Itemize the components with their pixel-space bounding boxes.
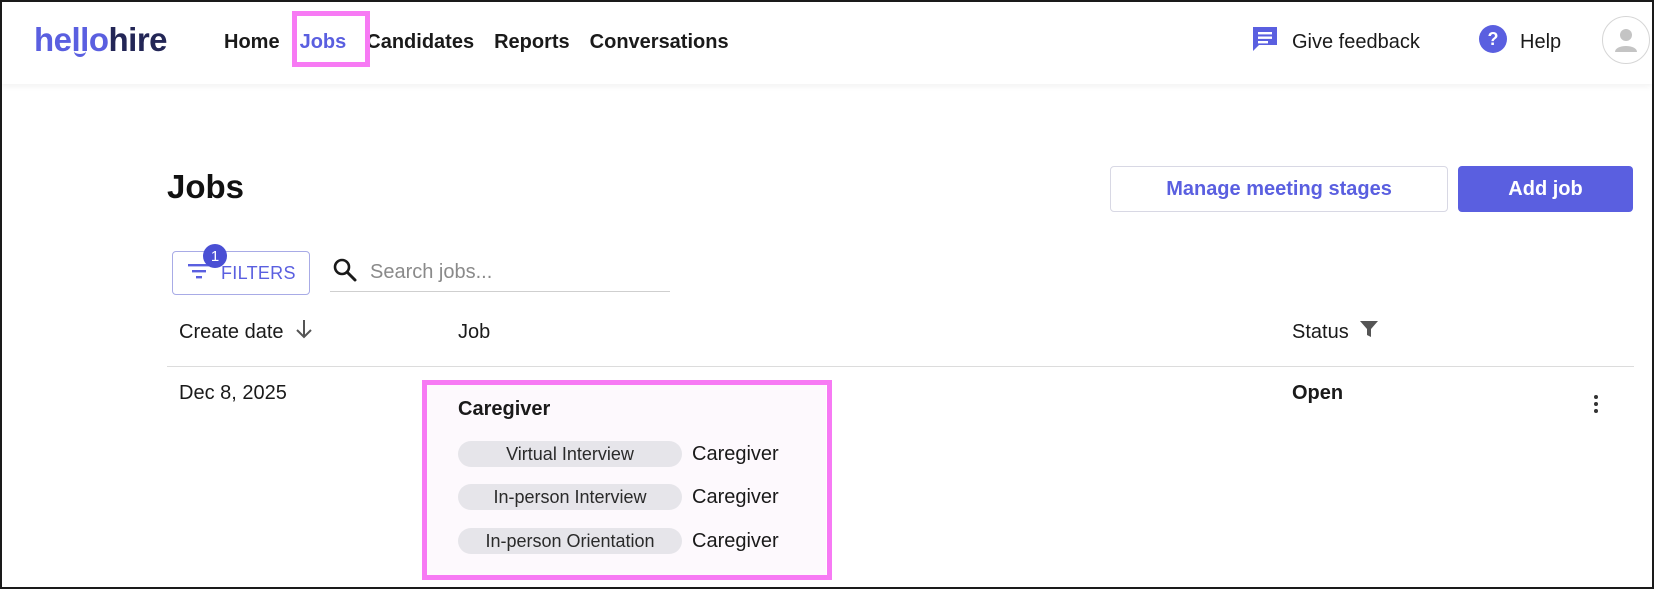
logo-hello-text: hello (34, 21, 109, 58)
help-label: Help (1520, 30, 1562, 53)
add-job-button[interactable]: Add job (1458, 166, 1633, 212)
svg-text:?: ? (1488, 29, 1499, 49)
nav-jobs[interactable]: Jobs (290, 31, 357, 54)
give-feedback-button[interactable]: Give feedback (1250, 24, 1420, 60)
stage-pill: In-person Orientation (458, 528, 682, 554)
nav-home[interactable]: Home (214, 31, 290, 54)
column-header-job: Job (458, 318, 490, 346)
row-status: Open (1292, 382, 1344, 404)
arrow-down-icon (294, 318, 314, 346)
create-date-header-label: Create date (179, 320, 284, 343)
column-header-create-date[interactable]: Create date (179, 318, 314, 346)
help-circle-icon: ? (1478, 24, 1508, 60)
user-avatar[interactable] (1602, 16, 1650, 64)
nav-reports[interactable]: Reports (484, 31, 580, 54)
job-header-label: Job (458, 320, 491, 343)
stage-pill: Virtual Interview (458, 441, 682, 467)
manage-meeting-stages-button[interactable]: Manage meeting stages (1110, 166, 1448, 212)
filters-count-badge: 1 (203, 244, 227, 268)
stage-row: In-person Interview Caregiver (458, 484, 779, 510)
row-more-options-icon[interactable] (1584, 392, 1608, 416)
top-navigation: hello hire Home Jobs Candidates Reports C… (2, 2, 1652, 84)
nav-conversations[interactable]: Conversations (580, 31, 739, 54)
status-header-label: Status (1292, 320, 1349, 343)
stage-role: Caregiver (692, 529, 779, 552)
row-create-date: Dec 8, 2025 (179, 382, 287, 404)
user-silhouette-icon (1615, 29, 1637, 52)
page-title: Jobs (167, 168, 245, 205)
search-jobs (330, 254, 670, 292)
help-button[interactable]: ? Help (1478, 24, 1561, 60)
search-jobs-input[interactable] (370, 261, 650, 284)
main-nav: Home Jobs Candidates Reports Conversatio… (214, 24, 739, 60)
stage-role: Caregiver (692, 485, 779, 508)
filters-label: FILTERS (221, 262, 296, 283)
logo-hire-text: hire (108, 21, 168, 58)
stage-row: In-person Orientation Caregiver (458, 528, 779, 554)
job-title-link[interactable]: Caregiver (458, 398, 550, 421)
table-header-divider (167, 366, 1634, 367)
column-header-status[interactable]: Status (1292, 318, 1379, 346)
give-feedback-label: Give feedback (1292, 30, 1420, 53)
chat-bubble-icon (1250, 24, 1280, 60)
stage-pill: In-person Interview (458, 484, 682, 510)
stage-role: Caregiver (692, 442, 779, 465)
hellohire-logo[interactable]: hello hire (34, 18, 168, 62)
funnel-filter-icon (1359, 319, 1379, 345)
stage-row: Virtual Interview Caregiver (458, 441, 779, 467)
app-window: hello hire Home Jobs Candidates Reports C… (0, 0, 1654, 589)
search-icon (332, 257, 358, 288)
filters-button[interactable]: FILTERS 1 (172, 244, 310, 295)
nav-candidates[interactable]: Candidates (356, 31, 484, 54)
